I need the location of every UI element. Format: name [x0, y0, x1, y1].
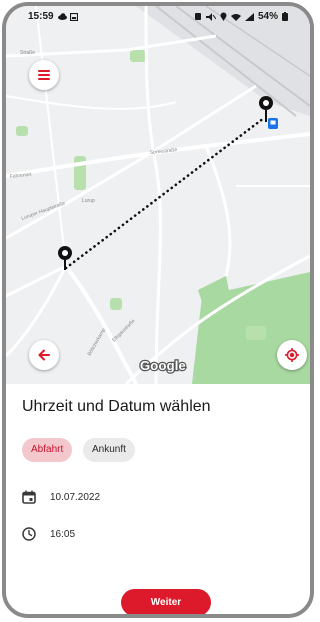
location-icon — [220, 12, 227, 21]
menu-button[interactable] — [29, 60, 59, 90]
cloud-icon — [58, 13, 67, 20]
signal-icon — [244, 12, 254, 21]
street-label: Fahrenort — [10, 172, 33, 180]
map-view[interactable]: Straße Fahrenort Spreestraße Lurup Lurup… — [6, 6, 310, 384]
chip-departure[interactable]: Abfahrt — [22, 438, 73, 462]
park-area — [246, 326, 266, 340]
park-area — [16, 126, 28, 136]
date-value: 10.07.2022 — [50, 491, 101, 503]
mute-icon — [205, 12, 216, 21]
google-attribution: Google — [139, 357, 187, 375]
calendar-icon — [22, 490, 36, 504]
station-icon — [268, 118, 278, 129]
notification-icon — [194, 12, 201, 20]
street-label: Elbgaustraße — [111, 318, 136, 343]
date-row[interactable]: 10.07.2022 — [22, 490, 100, 504]
park-area — [74, 156, 86, 190]
street-label: Straße — [20, 50, 35, 56]
status-time: 15:59 — [28, 11, 54, 22]
park-area — [130, 50, 146, 62]
park-area — [110, 298, 122, 310]
street-label: Böttcherkamp — [87, 327, 108, 357]
my-location-icon — [285, 348, 299, 362]
battery-icon — [282, 12, 288, 21]
battery-percent: 54% — [257, 11, 278, 22]
wifi-icon — [230, 13, 241, 21]
time-row[interactable]: 16:05 — [22, 527, 75, 541]
time-value: 16:05 — [50, 528, 76, 540]
locate-button[interactable] — [277, 340, 307, 370]
clock-icon — [22, 527, 36, 541]
image-icon — [70, 13, 78, 21]
street-label: Lurup — [82, 198, 95, 204]
continue-button[interactable]: Weiter — [121, 589, 211, 614]
status-right: 54% — [194, 11, 288, 22]
status-bar: 15:59 54% — [6, 6, 310, 30]
phone-frame: Straße Fahrenort Spreestraße Lurup Lurup… — [2, 2, 314, 618]
menu-icon — [38, 70, 50, 80]
chip-arrival[interactable]: Ankunft — [83, 438, 135, 462]
sheet-title: Uhrzeit und Datum wählen — [22, 398, 211, 415]
back-button[interactable] — [29, 340, 59, 370]
route-line — [64, 116, 266, 270]
start-pin-icon — [58, 246, 72, 270]
arrow-left-icon — [38, 349, 50, 361]
bottom-sheet: Uhrzeit und Datum wählen Abfahrt Ankunft… — [6, 384, 310, 614]
